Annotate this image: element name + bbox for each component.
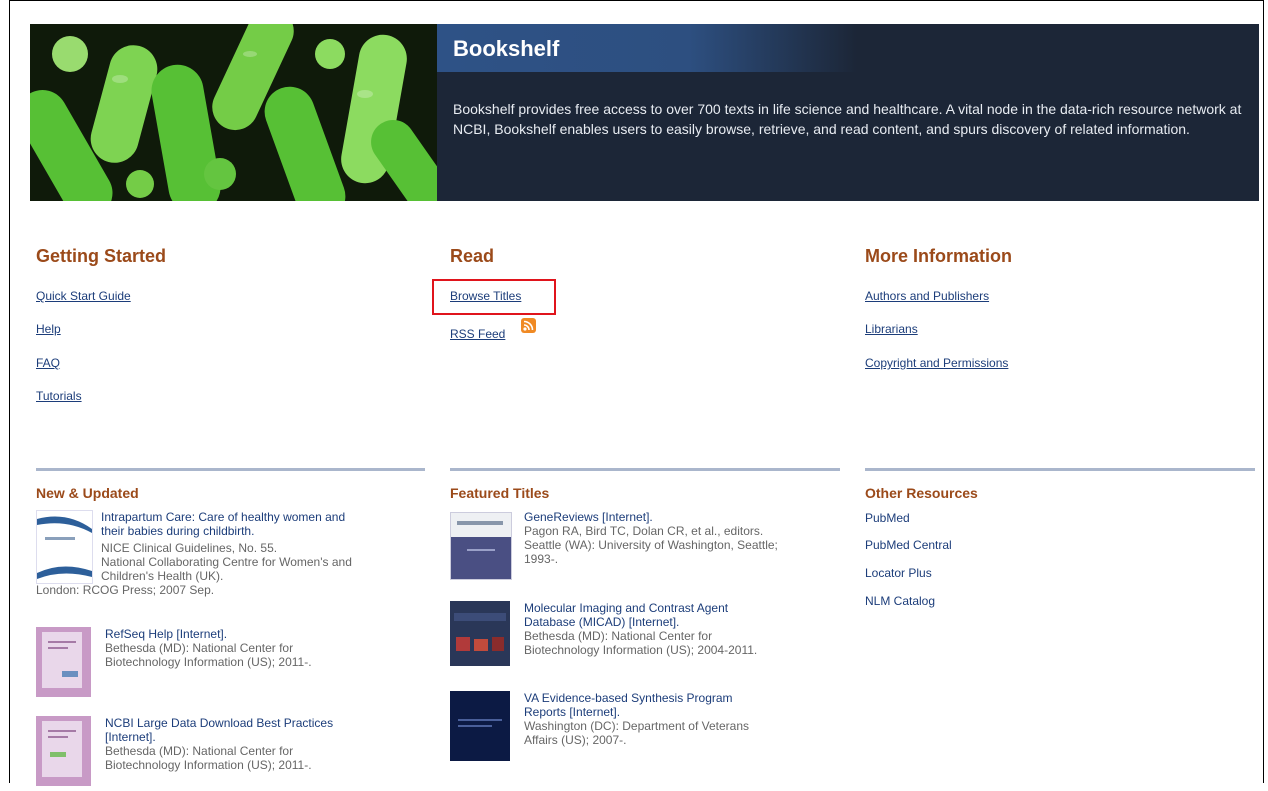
help-link[interactable]: Help xyxy=(36,322,61,336)
featured-titles-heading: Featured Titles xyxy=(450,485,550,501)
refseq-help-thumbnail[interactable] xyxy=(36,627,91,697)
banner-text-area: Bookshelf Bookshelf provides free access… xyxy=(437,24,1259,201)
new-item-title[interactable]: NCBI Large Data Download Best Practices xyxy=(105,716,333,730)
divider-other-resources xyxy=(865,468,1255,471)
new-item-title[interactable]: RefSeq Help [Internet]. xyxy=(105,627,227,641)
rss-feed-link[interactable]: RSS Feed xyxy=(450,327,505,341)
new-item-meta: Children's Health (UK). xyxy=(101,569,224,583)
featured-item-title-cont[interactable]: Reports [Internet]. xyxy=(524,705,620,719)
micad-thumbnail[interactable] xyxy=(450,601,510,666)
banner-title: Bookshelf xyxy=(453,36,560,61)
new-item-title-cont[interactable]: their babies during childbirth. xyxy=(101,524,421,538)
nlm-catalog-link[interactable]: NLM Catalog xyxy=(865,594,935,608)
pubmed-link[interactable]: PubMed xyxy=(865,511,910,525)
nice-guideline-thumbnail[interactable] xyxy=(36,510,93,584)
banner-description: Bookshelf provides free access to over 7… xyxy=(453,101,1242,137)
tutorials-link[interactable]: Tutorials xyxy=(36,389,82,403)
featured-item-meta: Biotechnology Information (US); 2004-201… xyxy=(524,643,758,657)
bookshelf-banner: Bookshelf Bookshelf provides free access… xyxy=(30,24,1259,201)
featured-item-title[interactable]: Molecular Imaging and Contrast Agent xyxy=(524,601,728,615)
new-item-meta: Bethesda (MD): National Center for xyxy=(105,641,294,655)
new-item-title[interactable]: Intrapartum Care: Care of healthy women … xyxy=(101,510,421,524)
featured-item-meta: Affairs (US); 2007-. xyxy=(524,733,627,747)
divider-new-updated xyxy=(36,468,425,471)
quick-start-guide-link[interactable]: Quick Start Guide xyxy=(36,289,131,303)
featured-item-title[interactable]: GeneReviews [Internet]. xyxy=(524,510,653,524)
featured-item-meta: 1993-. xyxy=(524,552,559,566)
featured-item-meta: Seattle (WA): University of Washington, … xyxy=(524,538,778,552)
featured-item-meta: Bethesda (MD): National Center for xyxy=(524,629,713,643)
new-updated-heading: New & Updated xyxy=(36,485,139,501)
new-item-title-cont[interactable]: [Internet]. xyxy=(105,730,156,744)
new-item-meta: Biotechnology Information (US); 2011-. xyxy=(105,758,312,772)
divider-featured xyxy=(450,468,840,471)
featured-item-title-cont[interactable]: Database (MICAD) [Internet]. xyxy=(524,615,679,629)
genereviews-thumbnail[interactable] xyxy=(450,512,512,580)
locator-plus-link[interactable]: Locator Plus xyxy=(865,566,932,580)
featured-item-meta: Washington (DC): Department of Veterans xyxy=(524,719,749,733)
authors-and-publishers-link[interactable]: Authors and Publishers xyxy=(865,289,989,303)
rss-icon[interactable] xyxy=(521,318,536,333)
ncbi-large-data-thumbnail[interactable] xyxy=(36,716,91,786)
faq-link[interactable]: FAQ xyxy=(36,356,60,370)
more-information-heading: More Information xyxy=(865,246,1012,266)
getting-started-heading: Getting Started xyxy=(36,246,167,266)
new-item-meta: National Collaborating Centre for Women'… xyxy=(101,555,352,569)
copyright-and-permissions-link[interactable]: Copyright and Permissions xyxy=(865,356,1008,370)
librarians-link[interactable]: Librarians xyxy=(865,322,918,336)
bacteria-banner-image xyxy=(30,24,437,201)
new-item-meta: London: RCOG Press; 2007 Sep. xyxy=(36,583,215,597)
new-item-meta: NICE Clinical Guidelines, No. 55. xyxy=(101,541,278,555)
va-evidence-thumbnail[interactable] xyxy=(450,691,510,761)
featured-item-meta: Pagon RA, Bird TC, Dolan CR, et al., edi… xyxy=(524,524,764,538)
pubmed-central-link[interactable]: PubMed Central xyxy=(865,538,952,552)
other-resources-heading: Other Resources xyxy=(865,485,978,501)
new-item-meta: Bethesda (MD): National Center for xyxy=(105,744,294,758)
read-heading: Read xyxy=(450,246,495,266)
featured-item-title[interactable]: VA Evidence-based Synthesis Program xyxy=(524,691,733,705)
browse-titles-link[interactable]: Browse Titles xyxy=(450,289,521,303)
new-item-meta: Biotechnology Information (US); 2011-. xyxy=(105,655,312,669)
